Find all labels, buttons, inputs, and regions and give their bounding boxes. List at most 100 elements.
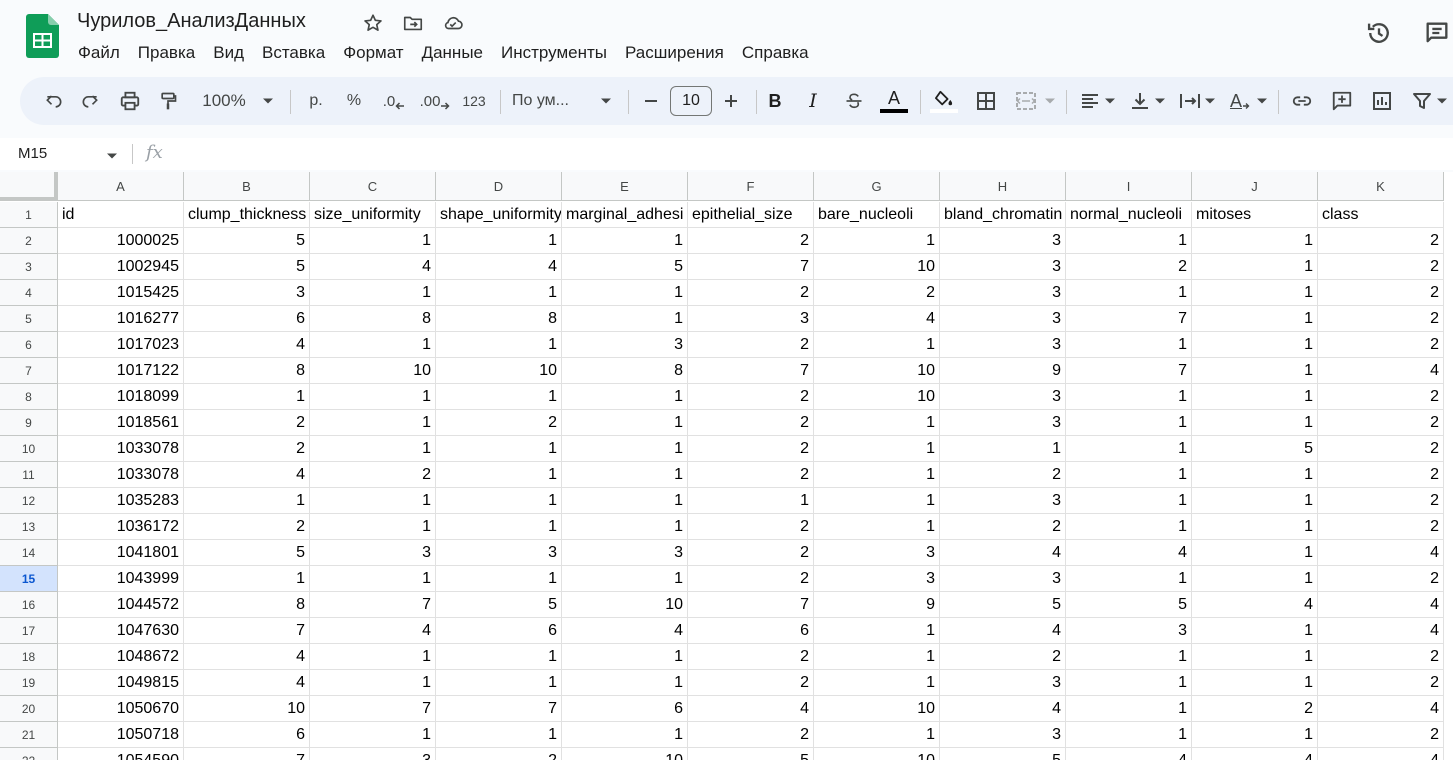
halign-chevron-down-icon[interactable] [1102,77,1118,125]
table-cell[interactable]: 1 [1192,618,1318,644]
header-cell[interactable]: clump_thickness [184,202,310,228]
table-cell[interactable]: 4 [1318,592,1444,618]
menu-extensions[interactable]: Расширения [616,40,733,66]
column-header[interactable]: K [1318,172,1444,201]
table-cell[interactable]: 1054590 [58,748,184,760]
table-cell[interactable]: 1000025 [58,228,184,254]
table-cell[interactable]: 3 [940,384,1066,410]
table-cell[interactable]: 1 [562,228,688,254]
table-cell[interactable]: 1 [310,332,436,358]
font-family-select[interactable]: По ум... [512,77,594,125]
merge-cells-icon[interactable] [1012,77,1040,125]
table-cell[interactable]: 1033078 [58,462,184,488]
name-box[interactable]: M15 [18,145,47,162]
table-cell[interactable]: 1 [562,384,688,410]
header-cell[interactable]: shape_uniformity [436,202,562,228]
table-cell[interactable]: 2 [688,540,814,566]
table-cell[interactable]: 1047630 [58,618,184,644]
table-cell[interactable]: 7 [310,696,436,722]
table-cell[interactable]: 1 [1066,228,1192,254]
table-cell[interactable]: 1 [310,410,436,436]
table-cell[interactable]: 1 [1192,462,1318,488]
table-cell[interactable]: 2 [1318,332,1444,358]
table-cell[interactable]: 1 [562,644,688,670]
table-cell[interactable]: 2 [688,644,814,670]
print-icon[interactable] [116,77,144,125]
table-cell[interactable]: 2 [688,280,814,306]
table-cell[interactable]: 2 [1318,722,1444,748]
table-cell[interactable]: 1 [1066,332,1192,358]
table-cell[interactable]: 4 [1066,748,1192,760]
table-cell[interactable]: 1 [1066,410,1192,436]
table-cell[interactable]: 1 [814,228,940,254]
table-cell[interactable]: 1 [562,306,688,332]
insert-link-icon[interactable] [1288,77,1316,125]
horizontal-align-icon[interactable] [1076,77,1104,125]
table-cell[interactable]: 1043999 [58,566,184,592]
table-cell[interactable]: 3 [814,540,940,566]
table-cell[interactable]: 1 [1192,306,1318,332]
table-cell[interactable]: 4 [940,540,1066,566]
table-cell[interactable]: 6 [436,618,562,644]
table-cell[interactable]: 1 [436,644,562,670]
table-cell[interactable]: 2 [1066,254,1192,280]
table-cell[interactable]: 10 [184,696,310,722]
table-cell[interactable]: 1 [436,228,562,254]
table-cell[interactable]: 1 [814,462,940,488]
table-cell[interactable]: 2 [1318,384,1444,410]
table-cell[interactable]: 1 [814,618,940,644]
table-cell[interactable]: 7 [1066,358,1192,384]
table-cell[interactable]: 2 [1318,488,1444,514]
table-cell[interactable]: 2 [1318,280,1444,306]
table-cell[interactable]: 3 [310,748,436,760]
table-cell[interactable]: 1 [562,514,688,540]
row-header[interactable]: 13 [0,514,58,540]
table-cell[interactable]: 1 [1192,488,1318,514]
borders-icon[interactable] [972,77,1000,125]
name-box-chevron-down-icon[interactable] [106,150,118,162]
table-cell[interactable]: 10 [814,254,940,280]
table-cell[interactable]: 8 [562,358,688,384]
table-cell[interactable]: 1 [1192,254,1318,280]
table-cell[interactable]: 10 [814,696,940,722]
table-cell[interactable]: 7 [688,592,814,618]
table-cell[interactable]: 7 [184,748,310,760]
table-cell[interactable]: 1 [814,670,940,696]
table-cell[interactable]: 2 [940,462,1066,488]
table-cell[interactable]: 2 [1318,670,1444,696]
table-cell[interactable]: 1017023 [58,332,184,358]
table-cell[interactable]: 6 [184,722,310,748]
table-cell[interactable]: 2 [436,410,562,436]
table-cell[interactable]: 10 [814,748,940,760]
table-cell[interactable]: 2 [1318,514,1444,540]
table-cell[interactable]: 1 [436,280,562,306]
table-cell[interactable]: 1 [1192,280,1318,306]
menu-data[interactable]: Данные [413,40,492,66]
table-cell[interactable]: 10 [436,358,562,384]
table-cell[interactable]: 5 [184,254,310,280]
row-header[interactable]: 15 [0,566,58,592]
table-cell[interactable]: 8 [436,306,562,332]
table-cell[interactable]: 1 [1192,540,1318,566]
star-icon[interactable] [358,10,388,36]
table-cell[interactable]: 2 [310,462,436,488]
table-cell[interactable]: 8 [310,306,436,332]
table-cell[interactable]: 2 [1318,254,1444,280]
column-header[interactable]: I [1066,172,1192,201]
row-header[interactable]: 19 [0,670,58,696]
table-cell[interactable]: 5 [1192,436,1318,462]
table-cell[interactable]: 1 [814,644,940,670]
table-cell[interactable]: 1 [1066,384,1192,410]
table-cell[interactable]: 1 [1192,644,1318,670]
table-cell[interactable]: 1 [436,566,562,592]
table-cell[interactable]: 3 [562,540,688,566]
table-cell[interactable]: 9 [814,592,940,618]
table-cell[interactable]: 2 [688,462,814,488]
row-header[interactable]: 7 [0,358,58,384]
table-cell[interactable]: 2 [1318,410,1444,436]
table-cell[interactable]: 1 [310,228,436,254]
row-header[interactable]: 9 [0,410,58,436]
table-cell[interactable]: 7 [310,592,436,618]
table-cell[interactable]: 2 [184,436,310,462]
table-cell[interactable]: 10 [814,358,940,384]
